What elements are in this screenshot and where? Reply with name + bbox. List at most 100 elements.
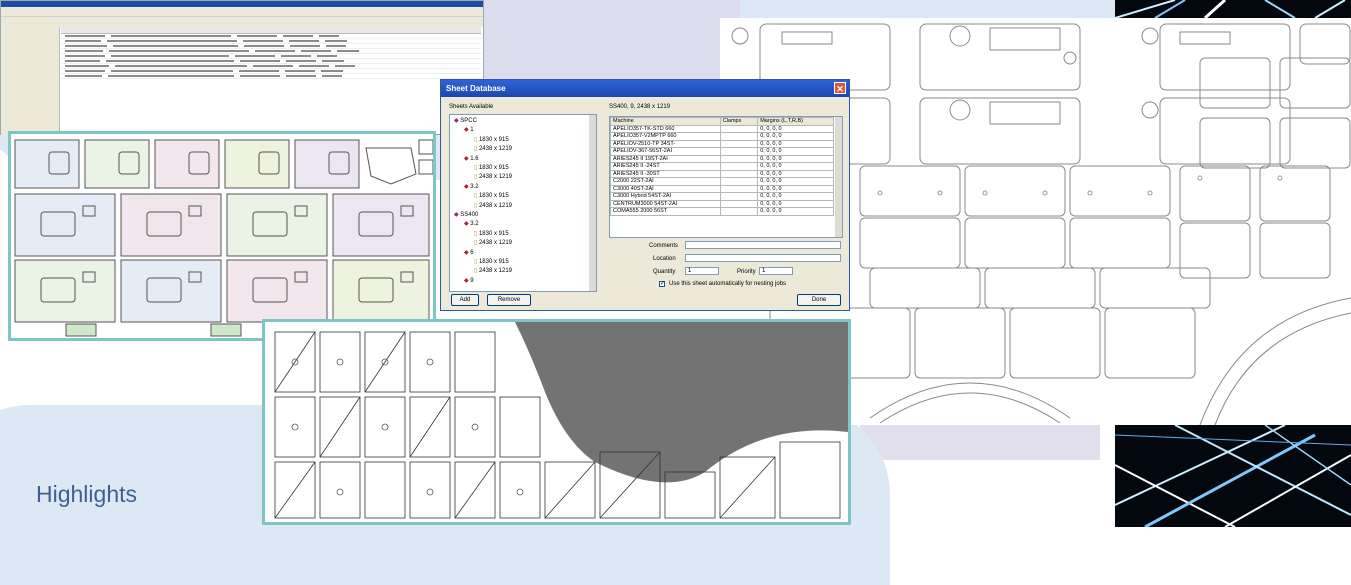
sheets-tree[interactable]: ◆ SPCC ◆ 1 ▯ 1830 x 915 ▯ 2438 x 1219 ◆ 1.6 ▯… [449,114,597,292]
location-field[interactable] [685,254,841,262]
table-cell [719,154,759,163]
table-cell [719,192,759,201]
table-cell: COMA555 2000 56ST [610,207,721,216]
tree-item-label: SPCC [460,118,477,124]
comments-label: Comments [649,243,679,249]
tree-item-label: 2438 x 1219 [478,174,512,181]
table-cell [719,147,759,156]
table-cell: 0, 0, 0, 0 [757,199,834,208]
tree-item[interactable]: ▯ 1830 x 915 [474,230,509,238]
auto-use-checkbox[interactable]: ✓ [659,281,665,287]
column-header-clamps[interactable]: Clamps [719,117,759,126]
table-cell: 0, 0, 0, 0 [757,207,834,216]
column-header-machine[interactable]: Machine [610,117,721,126]
table-cell: 0, 0, 0, 0 [757,132,834,141]
tree-item-label: 1.6 [470,155,479,162]
app-toolbar [1,17,483,27]
table-row[interactable]: ARIES245 II -30ST 0, 0, 0, 0 [610,169,834,178]
machine-grid[interactable]: Machine Clamps Margins (L,T,R,B) APELIO3… [609,116,843,238]
app-side-panel [1,27,60,136]
table-row[interactable]: APELIOV-2510-TP 34ST- 0, 0, 0, 0 [610,139,834,148]
tree-item-label: 3.2 [470,183,479,190]
table-cell: 0, 0, 0, 0 [757,162,834,171]
table-row[interactable]: APELIO357-TK-STD 660 0, 0, 0, 0 [610,124,834,133]
comments-field[interactable] [685,241,841,249]
tree-item[interactable]: ▯ 1830 x 915 [474,136,509,144]
table-cell [719,199,759,208]
dialog-title-bar: Sheet Database ✕ [441,80,849,97]
tree-item[interactable]: ◆ 3.2 [464,220,479,228]
table-cell: ARIES245 II -30ST [610,169,721,178]
tree-item[interactable]: ◆ 1 [464,126,474,134]
add-button[interactable]: Add [451,294,479,306]
table-cell: 0, 0, 0, 0 [757,154,834,163]
tree-item[interactable]: ◆ SPCC [454,117,477,125]
tree-item-label: 1830 x 915 [478,193,509,200]
remove-button[interactable]: Remove [487,294,531,306]
close-icon[interactable]: ✕ [834,82,846,94]
table-cell: ARIES245 II 19ST-2AI [610,154,721,163]
quantity-stepper[interactable]: 1 [685,267,719,275]
sheet-database-dialog: Sheet Database ✕ Sheets Available SS400,… [440,79,850,311]
table-cell: 0, 0, 0, 0 [757,139,834,148]
table-row[interactable]: CENTRUM3000 54ST-2AI 0, 0, 0, 0 [610,199,834,208]
tree-item[interactable]: ▯ 2438 x 1219 [474,239,512,247]
tree-item[interactable]: ◆ SS400 [454,211,478,219]
table-cell: APELIO357-V2MPTP 660 [610,132,721,141]
tree-item-label: 1 [470,127,474,134]
column-header-margins[interactable]: Margins (L,T,R,B) [757,117,834,126]
tree-item-label: 3.2 [470,221,479,228]
done-button[interactable]: Done [797,294,841,306]
table-cell: 0, 0, 0, 0 [757,124,834,133]
tree-item-label: 2438 x 1219 [478,268,512,275]
tree-item[interactable]: ▯ 1830 x 915 [474,192,509,200]
tree-item[interactable]: ▯ 2438 x 1219 [474,202,512,210]
tree-item-label: 1830 x 915 [478,165,509,171]
table-row[interactable]: COMA555 2000 56ST 0, 0, 0, 0 [610,207,834,216]
tree-item[interactable]: ▯ 2438 x 1219 [474,145,512,153]
table-cell: CENTRUM3000 54ST-2AI [610,199,721,208]
table-cell [719,124,759,133]
table-cell [719,169,759,178]
tree-item-label: 1830 x 915 [478,136,509,143]
tree-item[interactable]: ◆ 1.6 [464,155,479,163]
tree-scrollbar[interactable] [589,115,596,291]
location-label: Location [653,256,676,262]
tree-item[interactable]: ▯ 1830 x 915 [474,164,509,172]
table-cell: APELIOV-367-56ST-2AI [610,147,721,156]
tree-item[interactable]: ◆ 9 [464,277,474,285]
nesting-app-screenshot [0,0,484,136]
priority-label: Priority [737,269,756,275]
table-cell: 0, 0, 0, 0 [757,192,834,201]
table-row[interactable]: ARIES245 II -24ST 0, 0, 0, 0 [610,162,834,171]
table-row[interactable]: APELIOV-367-56ST-2AI 0, 0, 0, 0 [610,147,834,156]
table-cell: C2000 22ST-2AI [610,177,721,186]
table-row[interactable]: ARIES245 II 19ST-2AI 0, 0, 0, 0 [610,154,834,163]
selected-sheet-label: SS400, 9, 2438 x 1219 [609,104,671,110]
auto-use-label: Use this sheet automatically for nesting… [669,281,787,287]
tree-item[interactable]: ◆ 3.2 [464,183,479,191]
table-cell: C3000 Hybrid 54ST-2AI [610,192,721,201]
sheets-available-label: Sheets Available [449,104,494,110]
light-rays-graphic-bottom [1115,425,1351,527]
light-rays-graphic-top [1115,0,1351,18]
table-cell: 0, 0, 0, 0 [757,177,834,186]
table-cell: ARIES245 II -24ST [610,162,721,171]
nesting-layout-drawing-left [8,131,436,341]
tree-item[interactable]: ◆ 6 [464,249,474,257]
table-row[interactable]: C3000 Hybrid 54ST-2AI 0, 0, 0, 0 [610,192,834,201]
app-job-list [61,27,481,134]
quantity-label: Quantity [653,269,676,275]
tree-item[interactable]: ▯ 1830 x 915 [474,258,509,266]
app-menu-bar [1,7,483,17]
table-cell: 0, 0, 0, 0 [757,169,834,178]
tree-item[interactable]: ▯ 2438 x 1219 [474,267,512,275]
tree-item-label: 1830 x 915 [478,259,509,265]
tree-item[interactable]: ▯ 2438 x 1219 [474,173,512,181]
table-row[interactable]: APELIO357-V2MPTP 660 0, 0, 0, 0 [610,132,834,141]
table-row[interactable]: C2000 22ST-2AI 0, 0, 0, 0 [610,177,834,186]
priority-stepper[interactable]: 1 [759,267,793,275]
table-row[interactable]: C3000 40ST-2AI 0, 0, 0, 0 [610,184,834,193]
nesting-layout-drawing-bottom [262,319,851,525]
grid-scrollbar[interactable] [835,117,842,237]
